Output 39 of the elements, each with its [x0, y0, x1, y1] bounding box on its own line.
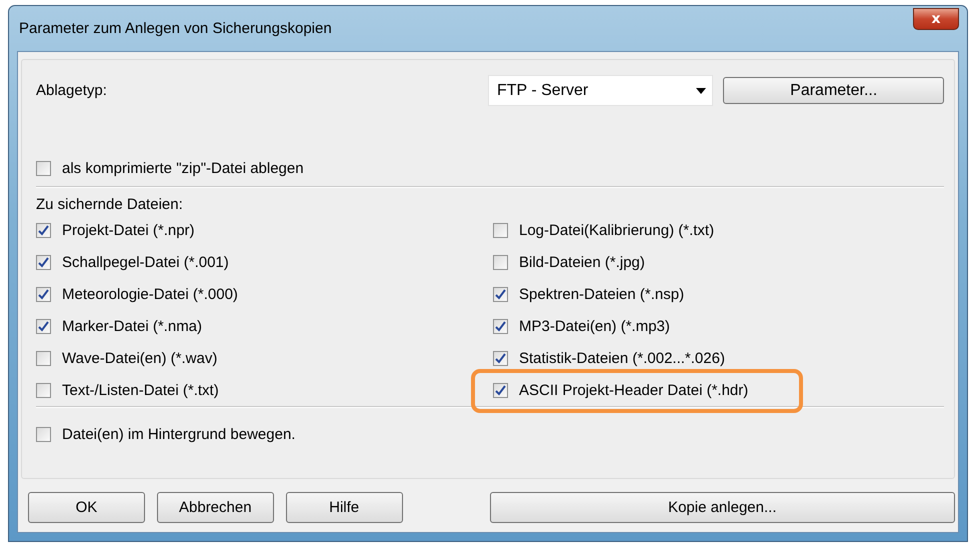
storage-type-dropdown[interactable]: FTP - Server [488, 75, 714, 106]
checkbox[interactable] [493, 350, 508, 366]
caret-icon [696, 88, 706, 94]
create-copy-button[interactable]: Kopie anlegen... [490, 492, 955, 523]
checkbox[interactable] [493, 318, 508, 334]
checkbox-label: Marker-Datei (*.nma) [62, 318, 202, 334]
checkbox-label: Schallpegel-Datei (*.001) [62, 254, 229, 270]
checkbox-label: MP3-Datei(en) (*.mp3) [519, 318, 670, 334]
checkbox-label: Spektren-Dateien (*.nsp) [519, 286, 684, 302]
checkbox-label: Projekt-Datei (*.npr) [62, 222, 195, 238]
checkbox[interactable] [36, 318, 51, 334]
checkbox[interactable] [493, 222, 508, 238]
parameter-button[interactable]: Parameter... [723, 77, 944, 104]
checkbox-label: Datei(en) im Hintergrund bewegen. [62, 426, 296, 442]
checkbox[interactable] [36, 222, 51, 238]
checkbox[interactable] [36, 382, 51, 398]
dialog-button[interactable]: Hilfe [286, 492, 403, 523]
checkbox[interactable] [493, 286, 508, 302]
checkbox-label: als komprimierte "zip"-Datei ablegen [62, 160, 304, 176]
checkbox[interactable] [36, 160, 51, 176]
checkbox-label: Statistik-Dateien (*.002...*.026) [519, 350, 725, 366]
checkbox[interactable] [36, 254, 51, 270]
checkbox-label: Log-Datei(Kalibrierung) (*.txt) [519, 222, 714, 238]
checkbox-label: Bild-Dateien (*.jpg) [519, 254, 645, 270]
storage-type-label: Ablagetyp: [36, 82, 108, 99]
close-button[interactable]: x [913, 8, 959, 30]
dialog-button[interactable]: Abbrechen [156, 492, 274, 523]
window-title: Parameter zum Anlegen von Sicherungskopien [18, 20, 332, 37]
checkbox-label: ASCII Projekt-Header Datei (*.hdr) [519, 382, 748, 398]
checkbox-label: Text-/Listen-Datei (*.txt) [62, 382, 219, 398]
checkbox[interactable] [36, 286, 51, 302]
section-heading: Zu sichernde Dateien: [36, 196, 184, 213]
checkbox[interactable] [493, 382, 508, 398]
checkbox[interactable] [36, 426, 51, 442]
checkbox-label: Wave-Datei(en) (*.wav) [62, 350, 218, 366]
checkbox[interactable] [36, 350, 51, 366]
checkbox[interactable] [493, 254, 508, 270]
dialog-button[interactable]: OK [28, 492, 145, 523]
checkbox-label: Meteorologie-Datei (*.000) [62, 286, 238, 302]
